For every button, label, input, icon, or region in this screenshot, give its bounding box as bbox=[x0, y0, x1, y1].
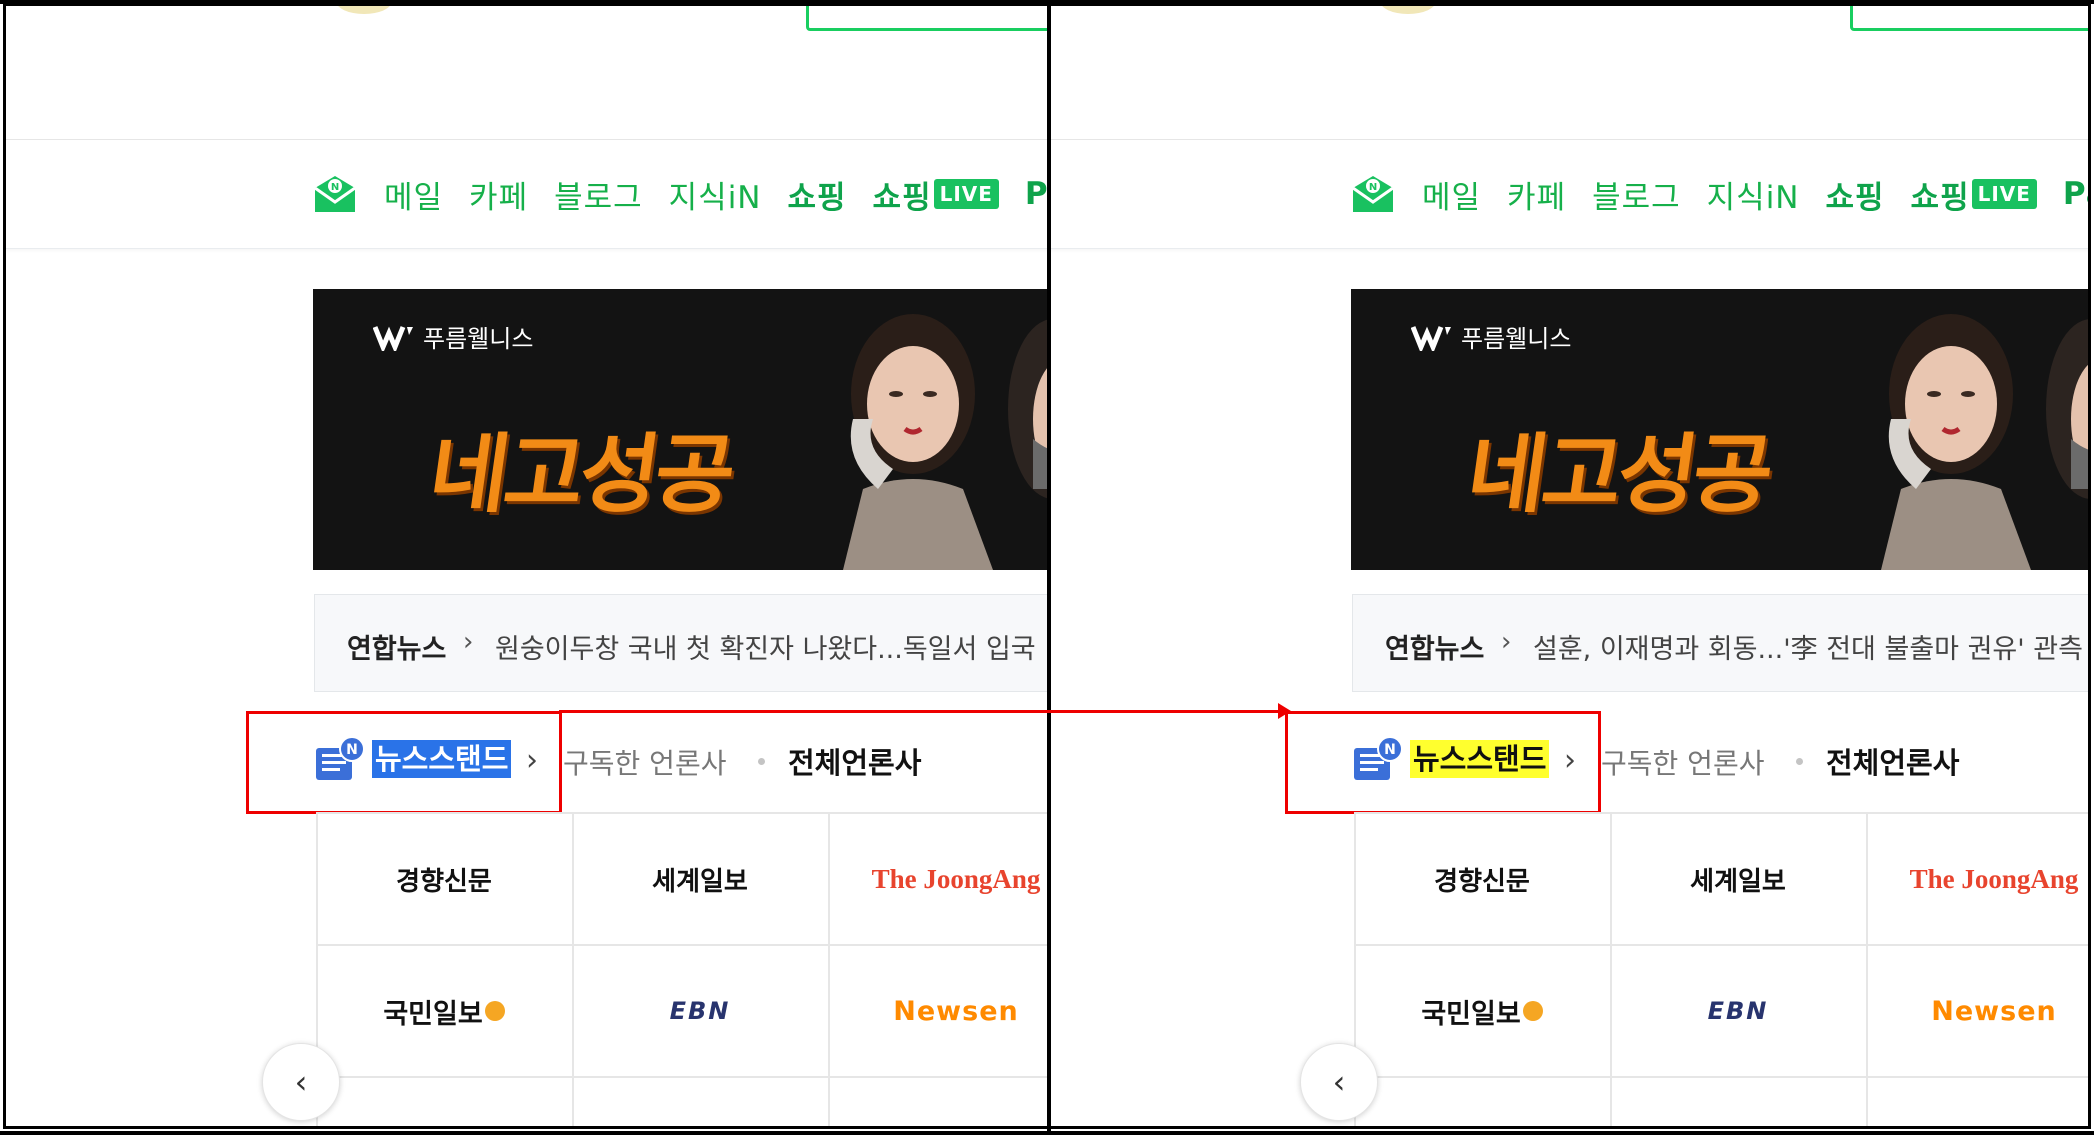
chevron-left-icon: ‹ bbox=[294, 1063, 308, 1101]
service-mail[interactable]: 메일 bbox=[384, 172, 443, 217]
service-shopping[interactable]: 쇼핑 bbox=[788, 172, 847, 217]
ticker-headline[interactable]: 원숭이두창 국내 첫 확진자 나왔다...독일서 입국 bbox=[495, 627, 1036, 666]
chevron-right-icon: › bbox=[1501, 627, 1512, 657]
live-badge: LIVE bbox=[933, 179, 999, 209]
logo-peek bbox=[1380, 6, 1436, 14]
press-logo[interactable]: The JoongAng bbox=[828, 814, 1048, 944]
subscribed-press-link[interactable]: 구독한 언론사 bbox=[1601, 742, 1764, 782]
press-logo[interactable]: 경향신문 bbox=[316, 814, 572, 944]
press-logo[interactable]: 세계일보 bbox=[1610, 814, 1866, 944]
service-kin[interactable]: 지식iN bbox=[669, 172, 762, 217]
banner-model-image bbox=[843, 314, 1048, 570]
news-ticker[interactable]: 연합뉴스 › 설훈, 이재명과 회동...'李 전대 불출마 권유' 관측 bbox=[1352, 594, 2088, 692]
ad-banner[interactable]: 푸름웰니스 네고성공 bbox=[1351, 289, 2088, 570]
right-screenshot-panel: N 메일 카페 블로그 지식iN 쇼핑 쇼핑 LIVE Pay 푸름웰니스 네고… bbox=[1050, 3, 2091, 1129]
service-shopping[interactable]: 쇼핑 bbox=[1826, 172, 1885, 217]
mail-icon[interactable]: N bbox=[1350, 174, 1396, 214]
service-cafe[interactable]: 카페 bbox=[469, 172, 528, 217]
service-shopping-live[interactable]: 쇼핑 LIVE bbox=[873, 172, 999, 217]
service-cafe[interactable]: 카페 bbox=[1507, 172, 1566, 217]
chevron-right-icon: › bbox=[463, 627, 474, 657]
service-blog[interactable]: 블로그 bbox=[1592, 172, 1681, 217]
banner-brand: 푸름웰니스 bbox=[1411, 319, 1571, 354]
press-logo[interactable]: EBN bbox=[1610, 946, 1866, 1076]
prev-page-button[interactable]: ‹ bbox=[1300, 1043, 1378, 1121]
service-mail[interactable]: 메일 bbox=[1422, 172, 1481, 217]
press-logo[interactable]: 세계일보 bbox=[572, 814, 828, 944]
subscribed-press-link[interactable]: 구독한 언론사 bbox=[563, 742, 726, 782]
all-press-link[interactable]: 전체언론사 bbox=[1826, 740, 1959, 782]
press-logo[interactable]: 국민일보 bbox=[1354, 946, 1610, 1076]
press-logo[interactable]: 국민일보 bbox=[316, 946, 572, 1076]
annotation-box bbox=[1285, 711, 1601, 814]
press-logo[interactable]: EBN bbox=[572, 946, 828, 1076]
ticker-source[interactable]: 연합뉴스 bbox=[347, 627, 446, 666]
svg-text:N: N bbox=[1369, 182, 1377, 193]
annotation-arrow-head bbox=[1278, 703, 1291, 719]
service-nav: N 메일 카페 블로그 지식iN 쇼핑 쇼핑 LIVE Pay bbox=[1350, 172, 2088, 217]
ticker-headline[interactable]: 설훈, 이재명과 회동...'李 전대 불출마 권유' 관측 bbox=[1533, 627, 2083, 666]
ticker-source[interactable]: 연합뉴스 bbox=[1385, 627, 1484, 666]
ad-banner[interactable]: 푸름웰니스 네고성공 bbox=[313, 289, 1048, 570]
search-box-edge[interactable] bbox=[806, 6, 1048, 31]
svg-text:N: N bbox=[331, 182, 339, 193]
press-logo[interactable]: The JoongAng bbox=[1866, 814, 2088, 944]
service-blog[interactable]: 블로그 bbox=[554, 172, 643, 217]
left-screenshot-panel: N 메일 카페 블로그 지식iN 쇼핑 쇼핑 LIVE Pay 푸름웰니스 네고… bbox=[3, 3, 1048, 1129]
service-pay[interactable]: Pay bbox=[1025, 176, 1048, 212]
annotation-box bbox=[246, 711, 562, 814]
prev-page-button[interactable]: ‹ bbox=[262, 1043, 340, 1121]
press-grid: 경향신문 세계일보 The JoongAng 국민일보 EBN Newsen bbox=[1354, 812, 2088, 1126]
banner-headline: 네고성공 bbox=[422, 425, 738, 525]
search-box-edge[interactable] bbox=[1850, 6, 2088, 31]
service-nav: N 메일 카페 블로그 지식iN 쇼핑 쇼핑 LIVE Pay bbox=[312, 172, 1048, 217]
annotation-arrow bbox=[559, 710, 1289, 713]
all-press-link[interactable]: 전체언론사 bbox=[788, 740, 921, 782]
panel-divider bbox=[1047, 0, 1051, 1135]
live-badge: LIVE bbox=[1971, 179, 2037, 209]
banner-headline: 네고성공 bbox=[1460, 425, 1776, 525]
logo-peek bbox=[336, 6, 392, 14]
service-pay[interactable]: Pay bbox=[2063, 176, 2088, 212]
banner-brand: 푸름웰니스 bbox=[373, 319, 533, 354]
chevron-left-icon: ‹ bbox=[1332, 1063, 1346, 1101]
press-logo[interactable]: 경향신문 bbox=[1354, 814, 1610, 944]
mail-icon[interactable]: N bbox=[312, 174, 358, 214]
press-logo[interactable]: Newsen bbox=[828, 946, 1048, 1076]
banner-model-image bbox=[1881, 314, 2088, 570]
news-ticker[interactable]: 연합뉴스 › 원숭이두창 국내 첫 확진자 나왔다...독일서 입국 bbox=[314, 594, 1048, 692]
service-kin[interactable]: 지식iN bbox=[1707, 172, 1800, 217]
service-shopping-live[interactable]: 쇼핑 LIVE bbox=[1911, 172, 2037, 217]
press-logo[interactable]: Newsen bbox=[1866, 946, 2088, 1076]
press-grid: 경향신문 세계일보 The JoongAng 국민일보 EBN Newsen bbox=[316, 812, 1048, 1126]
